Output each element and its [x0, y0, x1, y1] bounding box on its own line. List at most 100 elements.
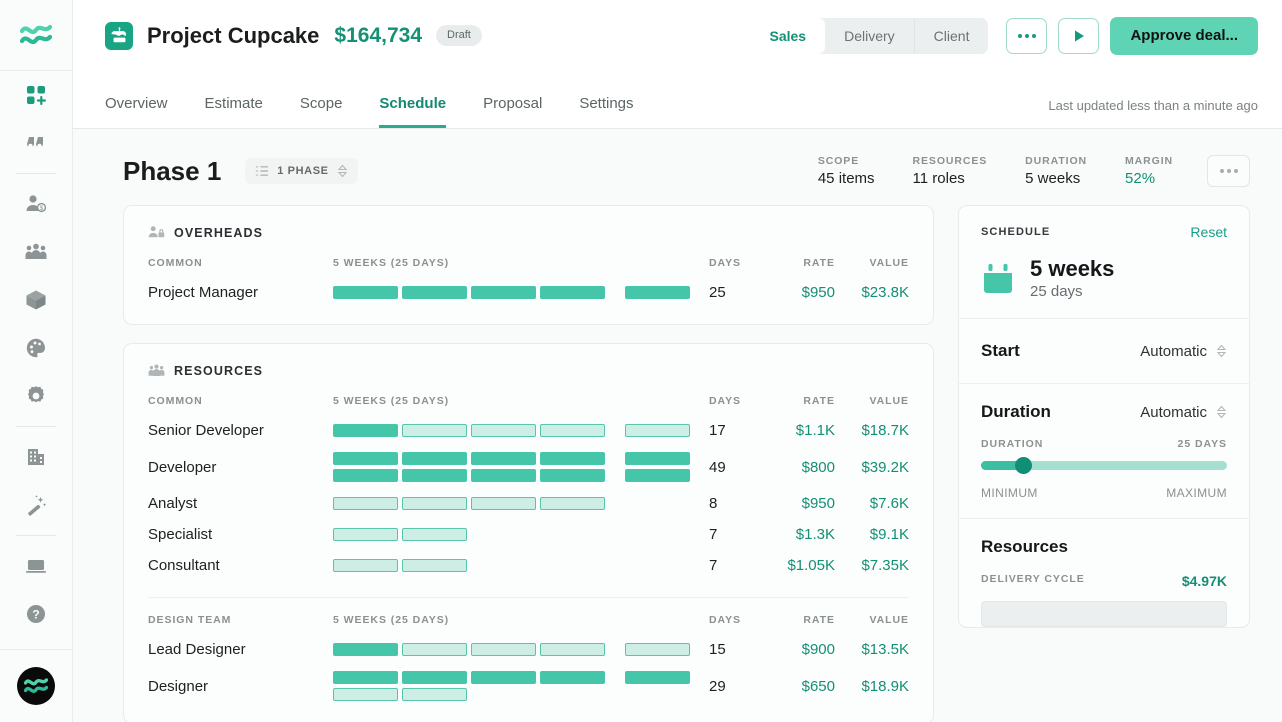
row-timeline[interactable]: [333, 528, 703, 541]
sidebar-item-apps[interactable]: [0, 71, 72, 119]
sidebar-item-help[interactable]: ?: [0, 590, 72, 638]
table-row[interactable]: Designer: [148, 665, 909, 707]
last-updated-text: Last updated less than a minute ago: [1048, 98, 1258, 128]
tab-settings[interactable]: Settings: [579, 95, 633, 128]
bar-stack: [333, 286, 703, 299]
building-icon: [24, 445, 48, 469]
row-name: Specialist: [148, 526, 333, 543]
week-bar-3: [471, 469, 536, 482]
week-bar-5: [625, 688, 690, 701]
list-ordered-icon: [255, 164, 269, 178]
phase-more-button[interactable]: [1207, 155, 1250, 187]
sidebar-item-company[interactable]: [0, 433, 72, 481]
sidebar-item-devices[interactable]: [0, 542, 72, 590]
slider-min-label: MINIMUM: [981, 486, 1038, 500]
tab-proposal[interactable]: Proposal: [483, 95, 542, 128]
week-bar-5: [625, 528, 690, 541]
row-name: Designer: [148, 678, 333, 695]
table-row[interactable]: Specialist: [148, 519, 909, 550]
phase-selector[interactable]: 1 PHASE: [245, 158, 357, 184]
stat-scope-value: 45 items: [818, 170, 875, 187]
sidebar-item-products[interactable]: [0, 276, 72, 324]
duration-value: Automatic: [1140, 404, 1207, 421]
run-button[interactable]: [1058, 18, 1099, 54]
app-logo[interactable]: [0, 0, 72, 71]
resources-section-title: Resources: [981, 537, 1227, 557]
duration-select[interactable]: Automatic: [1140, 404, 1227, 421]
row-days: 7: [703, 526, 763, 543]
row-value: $7.35K: [835, 557, 909, 574]
stat-scope-label: SCOPE: [818, 155, 875, 167]
duration-days: 25 days: [1030, 283, 1114, 300]
delivery-cycle-input[interactable]: [981, 601, 1227, 627]
column-timeline-label: 5 WEEKS (25 DAYS): [333, 257, 703, 269]
tab-schedule[interactable]: Schedule: [379, 95, 446, 128]
sidebar-item-branding[interactable]: [0, 324, 72, 372]
stat-scope: SCOPE 45 items: [818, 155, 875, 187]
duration-row: Duration Automatic: [981, 402, 1227, 422]
row-timeline[interactable]: [333, 424, 703, 437]
column-timeline-label: 5 WEEKS (25 DAYS): [333, 395, 703, 407]
reset-button[interactable]: Reset: [1190, 224, 1227, 240]
week-bar-1: [333, 528, 398, 541]
overheads-table-header: COMMON 5 WEEKS (25 DAYS) DAYS RATE VALUE: [148, 257, 909, 269]
week-bar-5: [625, 497, 690, 510]
week-bar-3: [471, 671, 536, 684]
row-rate: $800: [763, 459, 835, 476]
bar-line: [333, 497, 703, 510]
segment-client[interactable]: Client: [915, 18, 989, 54]
delivery-cycle-row: DELIVERY CYCLE $4.97K: [981, 573, 1227, 589]
row-timeline[interactable]: [333, 559, 703, 572]
sidebar-item-sales[interactable]: $: [0, 180, 72, 228]
avatar[interactable]: [17, 667, 55, 705]
tab-overview[interactable]: Overview: [105, 95, 168, 128]
row-name: Lead Designer: [148, 641, 333, 658]
bar-stack: [333, 671, 703, 701]
row-timeline[interactable]: [333, 452, 703, 482]
tab-scope[interactable]: Scope: [300, 95, 343, 128]
row-days: 8: [703, 495, 763, 512]
duration-summary-text: 5 weeks 25 days: [1030, 257, 1114, 300]
sidebar-item-automation[interactable]: [0, 481, 72, 529]
sidebar-item-discover[interactable]: [0, 119, 72, 167]
apps-add-icon: [24, 83, 48, 107]
overheads-card: OVERHEADS COMMON 5 WEEKS (25 DAYS) DAYS …: [123, 205, 934, 325]
start-select[interactable]: Automatic: [1140, 343, 1227, 360]
table-row[interactable]: Lead Designer: [148, 634, 909, 665]
table-row[interactable]: Analyst: [148, 488, 909, 519]
row-timeline[interactable]: [333, 497, 703, 510]
schedule-side-panel: SCHEDULE Reset 5 weeks: [958, 205, 1250, 722]
phase-header: Phase 1 1 PHASE SCOPE: [73, 129, 1282, 187]
segment-sales[interactable]: Sales: [751, 18, 826, 54]
table-row[interactable]: Senior Developer: [148, 415, 909, 446]
more-options-button[interactable]: [1006, 18, 1047, 54]
sidebar-item-people[interactable]: [0, 228, 72, 276]
approve-deal-button[interactable]: Approve deal...: [1110, 17, 1258, 55]
group-label: DESIGN TEAM: [148, 614, 333, 626]
row-timeline[interactable]: [333, 643, 703, 656]
week-bar-4: [540, 688, 605, 701]
row-name: Analyst: [148, 495, 333, 512]
sidebar-item-settings[interactable]: [0, 372, 72, 420]
table-row[interactable]: Project Manager: [148, 277, 909, 308]
page-title: Project Cupcake: [147, 23, 319, 49]
laptop-icon: [24, 554, 48, 578]
binoculars-icon: [24, 131, 48, 155]
resources-design-header: DESIGN TEAM 5 WEEKS (25 DAYS) DAYS RATE …: [148, 597, 909, 626]
duration-slider[interactable]: [981, 461, 1227, 470]
stat-margin-label: MARGIN: [1125, 155, 1173, 167]
tab-estimate[interactable]: Estimate: [205, 95, 263, 128]
duration-slider-label: DURATION: [981, 438, 1043, 450]
table-row[interactable]: Developer: [148, 446, 909, 488]
week-bar-1: [333, 424, 398, 437]
table-row[interactable]: Consultant: [148, 550, 909, 581]
slider-handle[interactable]: [1015, 457, 1032, 474]
ellipsis-icon: [1018, 34, 1036, 38]
stat-margin-value: 52%: [1125, 170, 1173, 187]
week-bar-1: [333, 497, 398, 510]
row-timeline[interactable]: [333, 671, 703, 701]
people-group-icon: [148, 362, 165, 379]
segment-delivery[interactable]: Delivery: [825, 18, 915, 54]
column-group-label: COMMON: [148, 257, 333, 269]
row-timeline[interactable]: [333, 286, 703, 299]
